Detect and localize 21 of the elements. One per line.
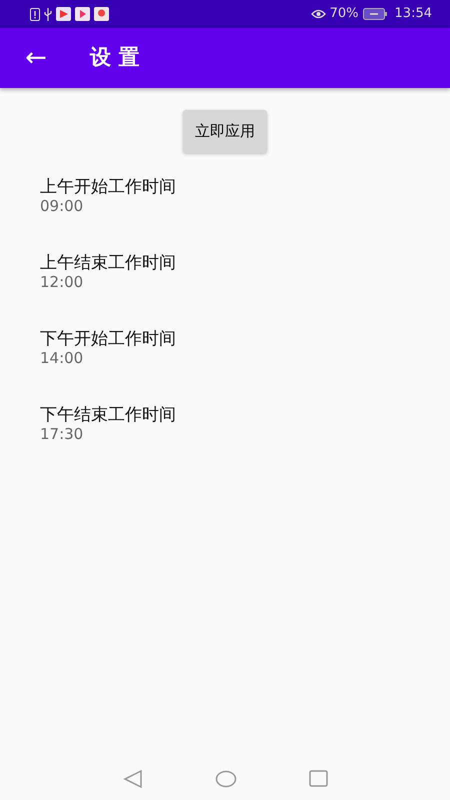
clock-time: 13:54 <box>394 5 432 24</box>
setting-value: 14:00 <box>40 348 84 367</box>
setting-label[interactable]: 上午开始工作时间 <box>40 176 176 197</box>
setting-label[interactable]: 下午开始工作时间 <box>40 328 176 349</box>
play-icon <box>75 7 90 21</box>
setting-value: 09:00 <box>40 196 84 215</box>
apply-button[interactable]: 立即应用 <box>183 110 267 152</box>
back-button[interactable]: ← <box>22 45 50 71</box>
battery-percent: 70% <box>330 5 359 24</box>
screen-title: 设 置 <box>90 44 140 72</box>
setting-value: 17:30 <box>40 424 84 443</box>
setting-value: 12:00 <box>40 272 84 291</box>
setting-label[interactable]: 上午结束工作时间 <box>40 252 176 273</box>
usb-icon <box>44 8 52 20</box>
alert-icon <box>30 8 40 20</box>
setting-label[interactable]: 下午结束工作时间 <box>40 404 176 425</box>
eye-icon <box>310 9 326 19</box>
battery-icon <box>362 8 387 20</box>
home-icon[interactable] <box>214 770 236 788</box>
recents-icon[interactable] <box>308 770 328 787</box>
back-icon[interactable] <box>122 770 142 788</box>
